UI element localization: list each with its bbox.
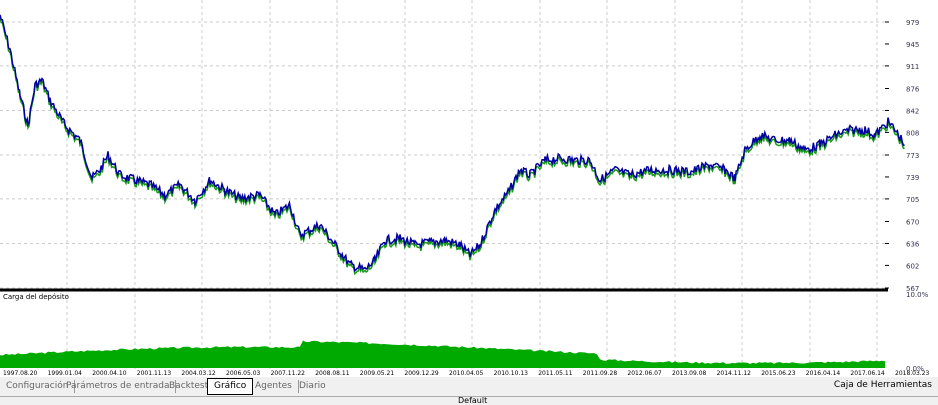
x-tick-label: 2007.11.22 bbox=[271, 370, 306, 377]
y-tick-label: 911 bbox=[906, 63, 919, 71]
x-tick-label: 2010.04.05 bbox=[449, 370, 484, 377]
toolbox-label[interactable]: Caja de Herramientas bbox=[834, 380, 932, 390]
x-tick-label: 2010.10.13 bbox=[494, 370, 529, 377]
y-tick-label: 739 bbox=[906, 174, 919, 182]
x-tick-label: 2017.06.14 bbox=[850, 370, 885, 377]
subchart-tick: 10.0% bbox=[906, 291, 929, 299]
y-tick-label: 670 bbox=[906, 219, 919, 227]
x-tick-label: 2011.05.11 bbox=[538, 370, 573, 377]
y-tick-label: 842 bbox=[906, 107, 919, 115]
x-tick-label: 2001.11.13 bbox=[137, 370, 172, 377]
tab-grafico[interactable]: Gráfico bbox=[207, 378, 254, 395]
x-tick-label: 2004.03.12 bbox=[181, 370, 216, 377]
equity-line bbox=[0, 17, 905, 276]
x-tick-label: 2006.05.03 bbox=[226, 370, 261, 377]
y-tick-label: 979 bbox=[906, 19, 919, 27]
tab-agentes[interactable]: Agentes bbox=[249, 380, 299, 393]
y-tick-label: 808 bbox=[906, 129, 919, 137]
x-tick-label: 2012.06.07 bbox=[627, 370, 662, 377]
tab-parametros[interactable]: Parámetros de entrada bbox=[60, 380, 177, 393]
x-tick-label: 1999.01.04 bbox=[48, 370, 83, 377]
y-tick-label: 773 bbox=[906, 152, 919, 160]
subchart-title: Carga del depósito bbox=[3, 293, 69, 301]
y-tick-label: 876 bbox=[906, 86, 920, 94]
tester-tabs: Configuración Parámetros de entrada Back… bbox=[0, 377, 938, 397]
y-tick-label: 945 bbox=[906, 41, 919, 49]
x-tick-label: 2000.04.10 bbox=[92, 370, 127, 377]
x-tick-label: 1997.08.20 bbox=[3, 370, 38, 377]
x-tick-label: 2011.09.28 bbox=[583, 370, 618, 377]
status-profile: Default bbox=[458, 396, 488, 405]
x-tick-label: 2013.09.08 bbox=[672, 370, 707, 377]
deposit-load-area bbox=[0, 340, 885, 368]
y-tick-label: 705 bbox=[906, 196, 919, 204]
x-tick-label: 2015.06.23 bbox=[761, 370, 796, 377]
x-tick-label: 2009.05.21 bbox=[360, 370, 395, 377]
x-tick-label: 2009.12.29 bbox=[404, 370, 439, 377]
x-tick-label: 2018.03.23 bbox=[895, 370, 930, 377]
equity-chart: 979945911876842808773739705670636602567C… bbox=[0, 0, 930, 377]
status-bar: Default bbox=[0, 397, 938, 405]
x-tick-label: 2016.04.14 bbox=[806, 370, 841, 377]
x-tick-label: 2008.08.11 bbox=[315, 370, 350, 377]
y-tick-label: 636 bbox=[906, 240, 920, 248]
x-tick-label: 2014.11.12 bbox=[717, 370, 752, 377]
tab-diario[interactable]: Diario bbox=[293, 380, 332, 393]
y-tick-label: 602 bbox=[906, 262, 919, 270]
